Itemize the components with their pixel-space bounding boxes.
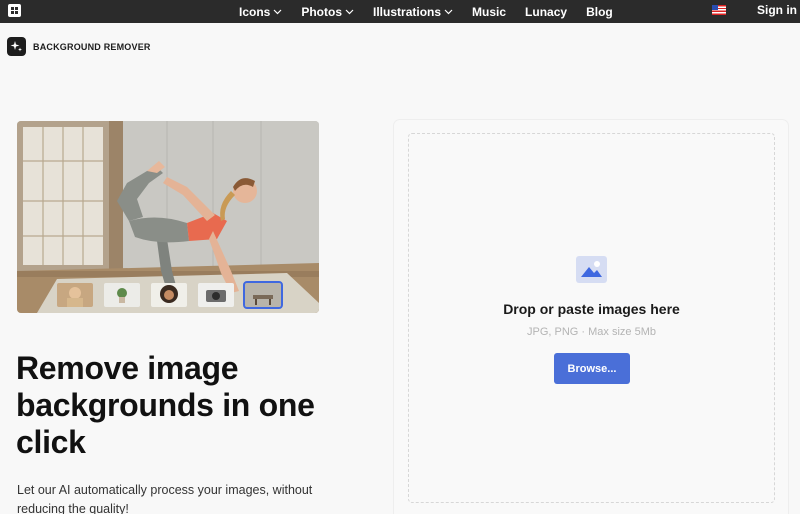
browse-button[interactable]: Browse... (554, 353, 630, 384)
thumbnail-camera[interactable] (198, 283, 234, 307)
nav-item-label: Illustrations (373, 4, 442, 19)
nav-item-illustrations[interactable]: Illustrations (373, 5, 453, 19)
nav-items: Icons Photos Illustrations Music Lunacy Blog (239, 0, 632, 23)
drop-title: Drop or paste images here (503, 301, 680, 317)
icons8-logo-icon[interactable] (8, 4, 21, 17)
page-subtext: Let our AI automatically process your im… (17, 483, 313, 514)
nav-item-music[interactable]: Music (472, 5, 506, 19)
thumbnail-woman-curly-hair[interactable] (151, 283, 187, 307)
nav-item-lunacy[interactable]: Lunacy (525, 5, 567, 19)
thumbnail-woman-portrait[interactable] (57, 283, 93, 307)
page-headline: Remove image backgrounds in one click (16, 350, 315, 460)
sign-in-link[interactable]: Sign in (757, 3, 797, 17)
top-nav: Icons Photos Illustrations Music Lunacy Blog … (0, 0, 800, 23)
thumbnail-plant[interactable] (104, 283, 140, 307)
nav-item-label: Music (472, 4, 507, 19)
nav-item-label: Photos (301, 4, 343, 19)
chevron-down-icon (444, 9, 453, 14)
drop-zone[interactable] (408, 133, 775, 503)
us-flag-icon[interactable] (712, 5, 726, 15)
image-icon (576, 256, 607, 283)
chevron-down-icon (273, 9, 282, 14)
chevron-down-icon (345, 9, 354, 14)
nav-item-label: Lunacy (525, 4, 568, 19)
nav-item-photos[interactable]: Photos (301, 5, 354, 19)
brand-title: BACKGROUND REMOVER (33, 41, 151, 52)
brand[interactable]: BACKGROUND REMOVER (7, 37, 151, 56)
thumbnail-strip (57, 281, 292, 309)
sparkle-icon (7, 37, 26, 56)
nav-item-icons[interactable]: Icons (239, 5, 282, 19)
nav-item-blog[interactable]: Blog (586, 5, 613, 19)
thumbnail-bench[interactable] (243, 281, 283, 309)
nav-item-label: Icons (239, 4, 271, 19)
nav-item-label: Blog (586, 4, 613, 19)
file-format-hint: JPG, PNG · Max size 5Mb (527, 326, 656, 338)
